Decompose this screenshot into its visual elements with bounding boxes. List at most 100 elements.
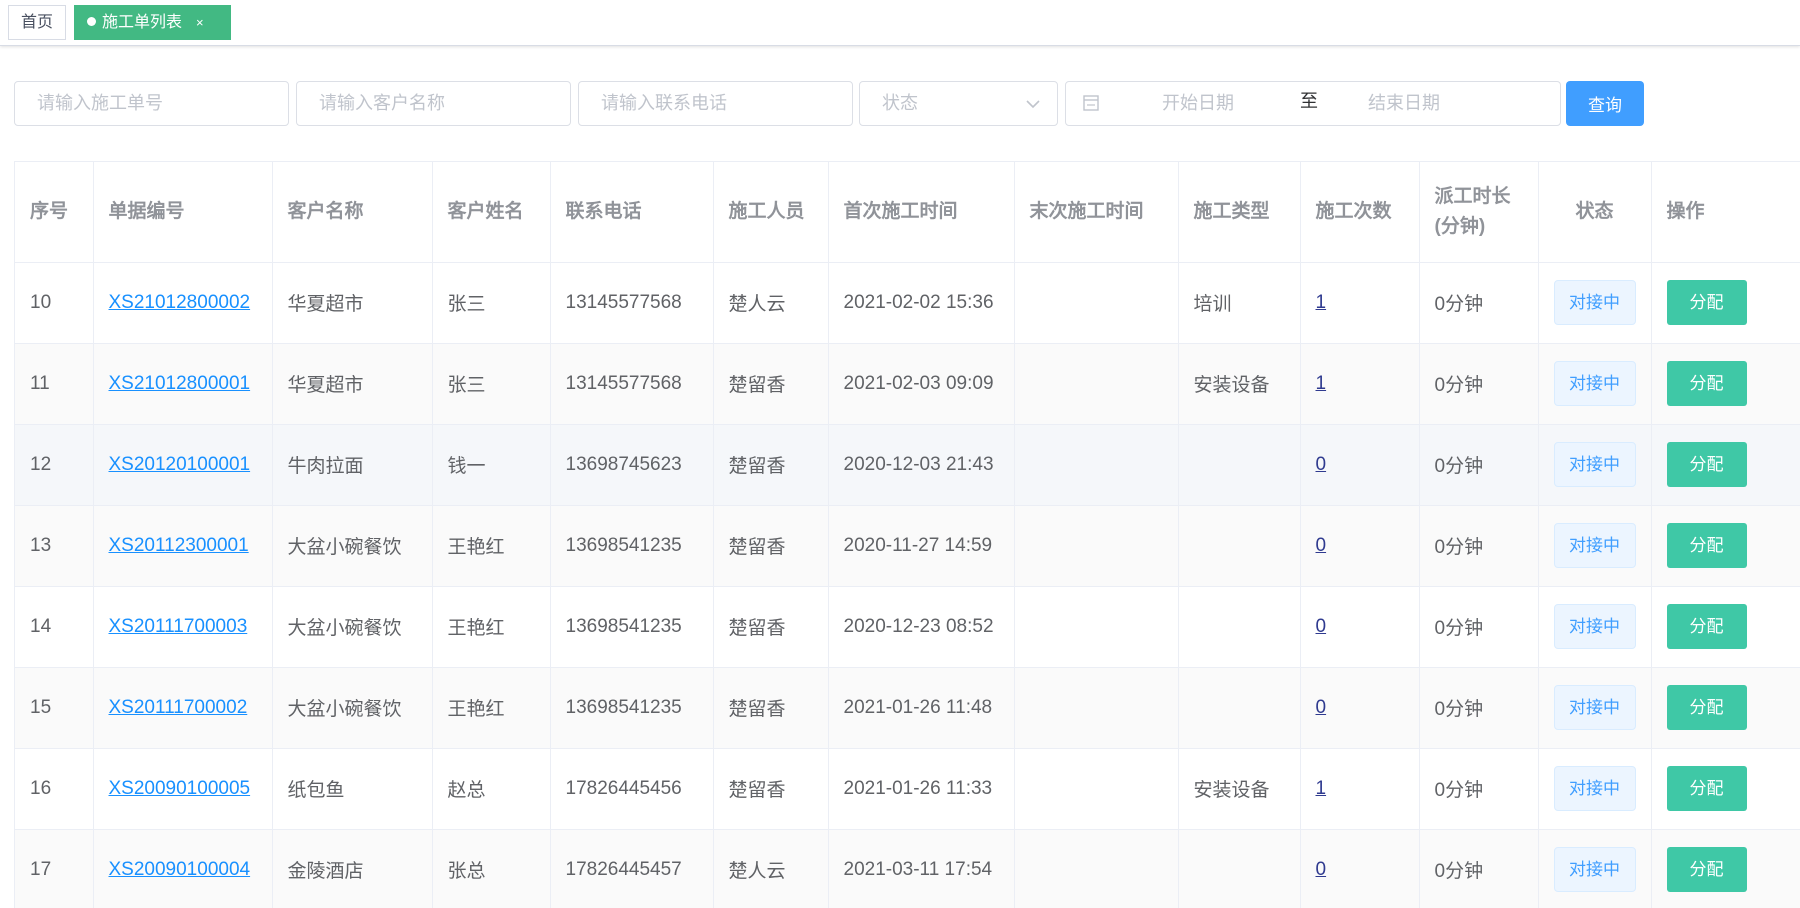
- col-action: 操作: [1651, 162, 1800, 263]
- assign-button[interactable]: 分配: [1666, 280, 1747, 325]
- order-code-link[interactable]: XS20111700002: [109, 697, 248, 718]
- col-last-time: 末次施工时间: [1014, 162, 1179, 263]
- status-badge: 对接中: [1553, 685, 1636, 730]
- chevron-down-icon: [1025, 82, 1041, 142]
- tab-construction-list[interactable]: 施工单列表 ×: [74, 5, 231, 40]
- cell-worker: 楚留香: [713, 505, 829, 587]
- table-row: 14 XS20111700003 大盆小碗餐饮 王艳红 13698541235 楚留香 20…: [15, 586, 1800, 668]
- cell-status: 对接中: [1538, 424, 1652, 506]
- cell-phone: 13145577568: [550, 262, 714, 344]
- count-link[interactable]: 0: [1316, 535, 1327, 556]
- cell-status: 对接中: [1538, 829, 1652, 908]
- cell-action: 分配: [1651, 748, 1800, 830]
- end-date-input[interactable]: 结束日期: [1368, 82, 1440, 125]
- range-separator: 至: [1300, 91, 1318, 111]
- cell-customer: 金陵酒店: [272, 829, 433, 908]
- col-duration-line2: (分钟): [1434, 215, 1486, 237]
- customer-name-field[interactable]: [296, 81, 571, 126]
- assign-button[interactable]: 分配: [1666, 847, 1747, 892]
- order-code-link[interactable]: XS21012800002: [109, 292, 251, 313]
- table-row: 16 XS20090100005 纸包鱼 赵总 17826445456 楚留香 2021-0…: [15, 748, 1800, 830]
- assign-button[interactable]: 分配: [1666, 604, 1747, 649]
- table-row: 15 XS20111700002 大盆小碗餐饮 王艳红 13698541235 楚留香 20…: [15, 667, 1800, 749]
- count-link[interactable]: 1: [1316, 778, 1327, 799]
- col-contact: 客户姓名: [432, 162, 551, 263]
- cell-contact: 王艳红: [432, 667, 551, 749]
- cell-type: [1178, 829, 1301, 908]
- col-type: 施工类型: [1178, 162, 1301, 263]
- construction-order-table: 序号 单据编号 客户名称 客户姓名 联系电话 施工人员 首次施工时间 末次施工时…: [14, 161, 1800, 908]
- status-select[interactable]: 状态: [859, 81, 1058, 126]
- tab-home[interactable]: 首页: [8, 5, 66, 40]
- cell-status: 对接中: [1538, 262, 1652, 344]
- cell-contact: 张三: [432, 262, 551, 344]
- col-status: 状态: [1538, 162, 1652, 263]
- count-link[interactable]: 0: [1316, 454, 1327, 475]
- count-link[interactable]: 1: [1316, 373, 1327, 394]
- cell-last-time: [1014, 586, 1179, 668]
- count-link[interactable]: 0: [1316, 616, 1327, 637]
- assign-button[interactable]: 分配: [1666, 442, 1747, 487]
- cell-count: 0: [1300, 667, 1420, 749]
- col-index: 序号: [15, 162, 94, 263]
- cell-worker: 楚人云: [713, 829, 829, 908]
- cell-worker: 楚留香: [713, 667, 829, 749]
- col-worker: 施工人员: [713, 162, 829, 263]
- table-row: 11 XS21012800001 华夏超市 张三 13145577568 楚留香 2021-…: [15, 343, 1800, 425]
- cell-phone: 13698541235: [550, 505, 714, 587]
- order-code-link[interactable]: XS20112300001: [109, 535, 249, 556]
- customer-name-input[interactable]: [319, 93, 570, 114]
- phone-input[interactable]: [601, 93, 852, 114]
- cell-last-time: [1014, 262, 1179, 344]
- order-code-link[interactable]: XS20090100004: [109, 859, 251, 880]
- table-body: 10 XS21012800002 华夏超市 张三 13145577568 楚人云 2021-…: [15, 262, 1800, 908]
- order-no-input[interactable]: [37, 93, 288, 114]
- order-code-link[interactable]: XS21012800001: [109, 373, 251, 394]
- cell-contact: 张总: [432, 829, 551, 908]
- cell-customer: 纸包鱼: [272, 748, 433, 830]
- cell-type: [1178, 667, 1301, 749]
- tags-view-bar: 首页 施工单列表 ×: [0, 0, 1800, 46]
- cell-type: 培训: [1178, 262, 1301, 344]
- status-select-placeholder: 状态: [882, 93, 918, 113]
- cell-phone: 17826445457: [550, 829, 714, 908]
- cell-first-time: 2020-11-27 14:59: [828, 505, 1015, 587]
- cell-first-time: 2021-02-03 09:09: [828, 343, 1015, 425]
- count-link[interactable]: 1: [1316, 292, 1327, 313]
- cell-duration: 0分钟: [1419, 829, 1539, 908]
- cell-code: XS20111700002: [93, 667, 273, 749]
- assign-button[interactable]: 分配: [1666, 361, 1747, 406]
- cell-customer: 大盆小碗餐饮: [272, 505, 433, 587]
- cell-customer: 大盆小碗餐饮: [272, 667, 433, 749]
- cell-duration: 0分钟: [1419, 424, 1539, 506]
- order-code-link[interactable]: XS20090100005: [109, 778, 251, 799]
- cell-status: 对接中: [1538, 586, 1652, 668]
- cell-action: 分配: [1651, 505, 1800, 587]
- close-icon[interactable]: ×: [196, 15, 204, 30]
- start-date-input[interactable]: 开始日期: [1162, 82, 1234, 125]
- tab-construction-list-label: 施工单列表: [102, 14, 183, 31]
- phone-field[interactable]: [578, 81, 853, 126]
- cell-first-time: 2021-02-02 15:36: [828, 262, 1015, 344]
- cell-contact: 张三: [432, 343, 551, 425]
- query-button[interactable]: 查询: [1566, 81, 1644, 126]
- cell-action: 分配: [1651, 586, 1800, 668]
- cell-contact: 钱一: [432, 424, 551, 506]
- count-link[interactable]: 0: [1316, 697, 1327, 718]
- cell-last-time: [1014, 505, 1179, 587]
- assign-button[interactable]: 分配: [1666, 523, 1747, 568]
- cell-status: 对接中: [1538, 748, 1652, 830]
- date-range-picker[interactable]: 开始日期 至 结束日期: [1065, 81, 1561, 126]
- order-code-link[interactable]: XS20111700003: [109, 616, 248, 637]
- count-link[interactable]: 0: [1316, 859, 1327, 880]
- cell-contact: 赵总: [432, 748, 551, 830]
- order-no-field[interactable]: [14, 81, 289, 126]
- cell-type: [1178, 505, 1301, 587]
- assign-button[interactable]: 分配: [1666, 685, 1747, 730]
- cell-index: 13: [15, 505, 94, 587]
- assign-button[interactable]: 分配: [1666, 766, 1747, 811]
- order-code-link[interactable]: XS20120100001: [109, 454, 251, 475]
- cell-action: 分配: [1651, 343, 1800, 425]
- table-row: 13 XS20112300001 大盆小碗餐饮 王艳红 13698541235 楚留香 20…: [15, 505, 1800, 587]
- cell-duration: 0分钟: [1419, 748, 1539, 830]
